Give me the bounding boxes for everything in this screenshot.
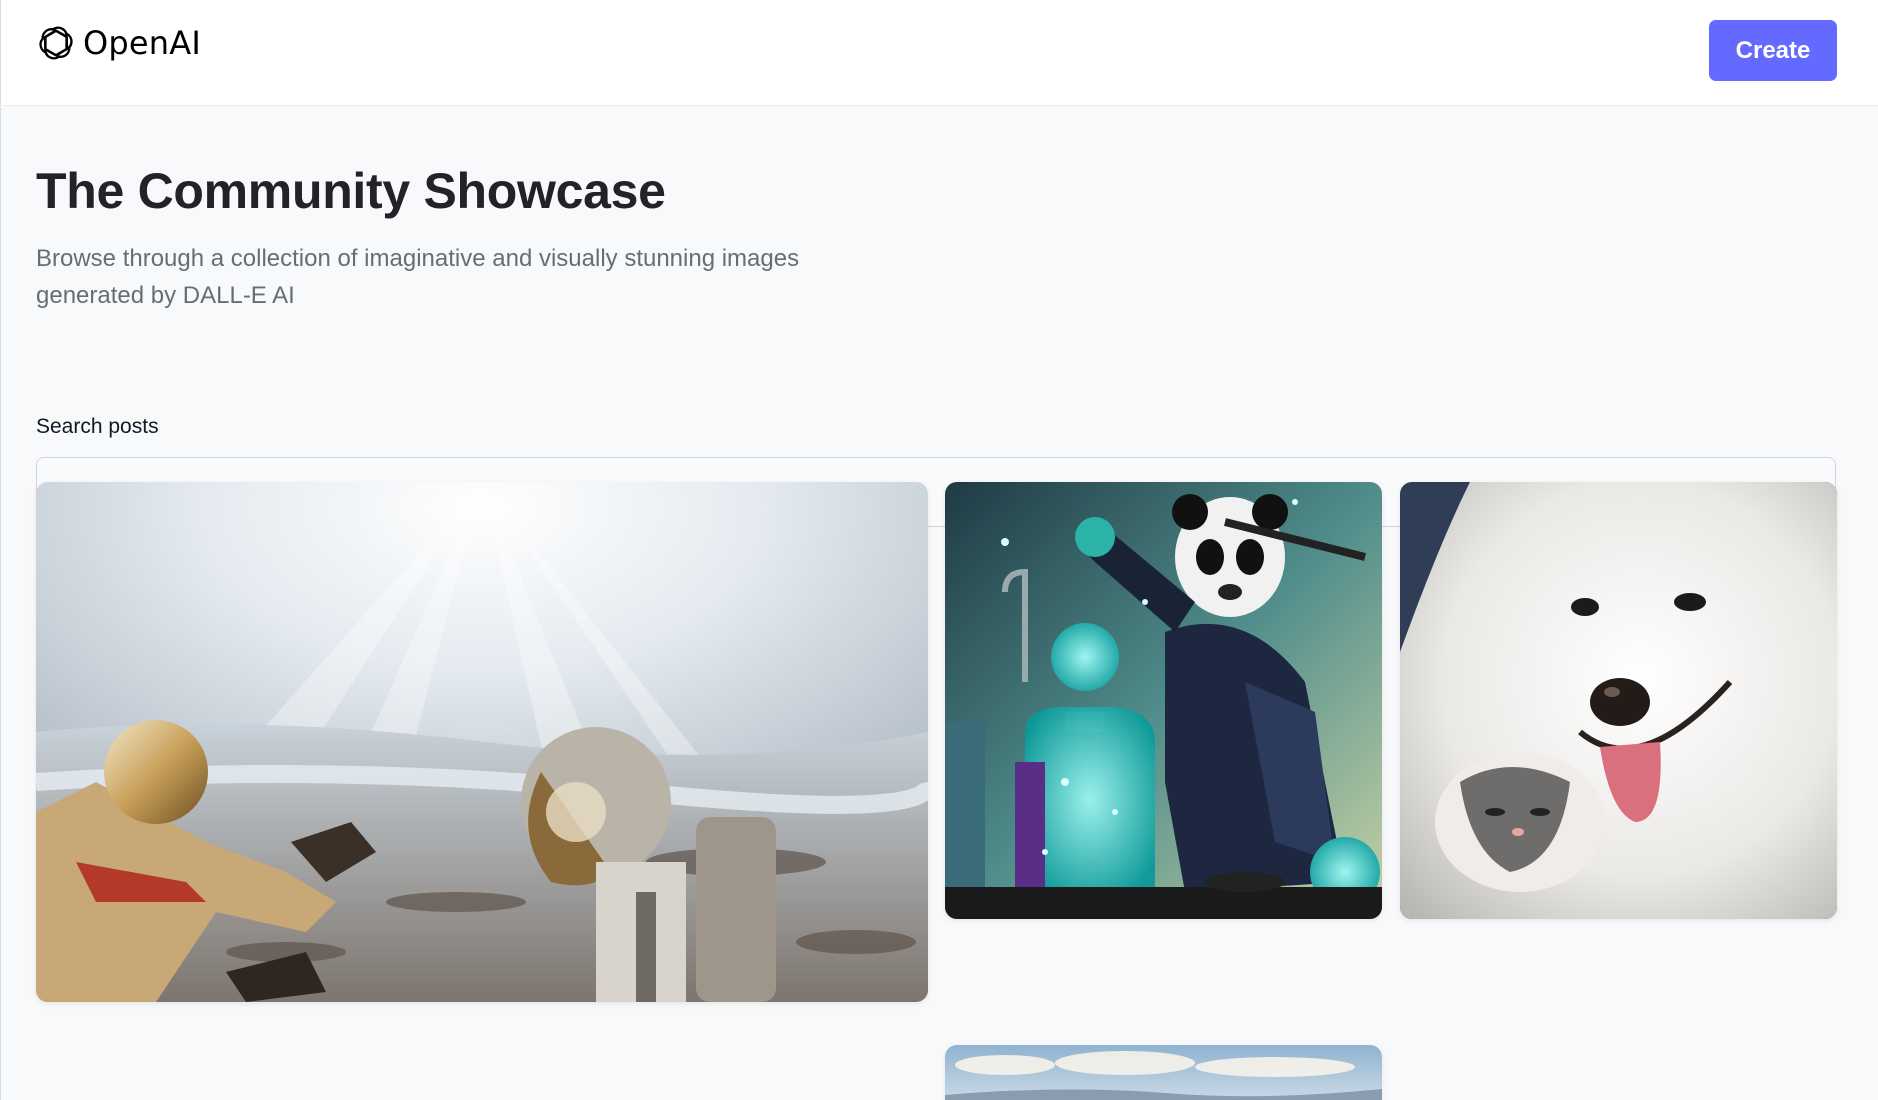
openai-logo[interactable]: OpenAI: [35, 18, 201, 68]
top-header: OpenAI Create: [0, 0, 1878, 106]
main-content: The Community Showcase Browse through a …: [0, 107, 1878, 1100]
panda-scientist-image: [945, 482, 1382, 919]
openai-logo-icon: [39, 26, 73, 60]
logo-text: OpenAI: [83, 24, 201, 62]
create-button[interactable]: Create: [1709, 20, 1837, 81]
page-title: The Community Showcase: [36, 163, 666, 219]
page-subtitle: Browse through a collection of imaginati…: [36, 245, 800, 309]
search-label: Search posts: [36, 415, 159, 438]
astronauts-on-moon-image: [36, 482, 928, 1002]
gallery-card-panda[interactable]: [945, 482, 1382, 919]
samoyed-dog-and-kitten-image: [1400, 482, 1837, 919]
gallery-card-landscape[interactable]: [945, 1045, 1382, 1100]
landscape-sky-image: [945, 1045, 1382, 1100]
gallery-card-dog[interactable]: [1400, 482, 1837, 919]
gallery-card-astronauts[interactable]: [36, 482, 928, 1002]
